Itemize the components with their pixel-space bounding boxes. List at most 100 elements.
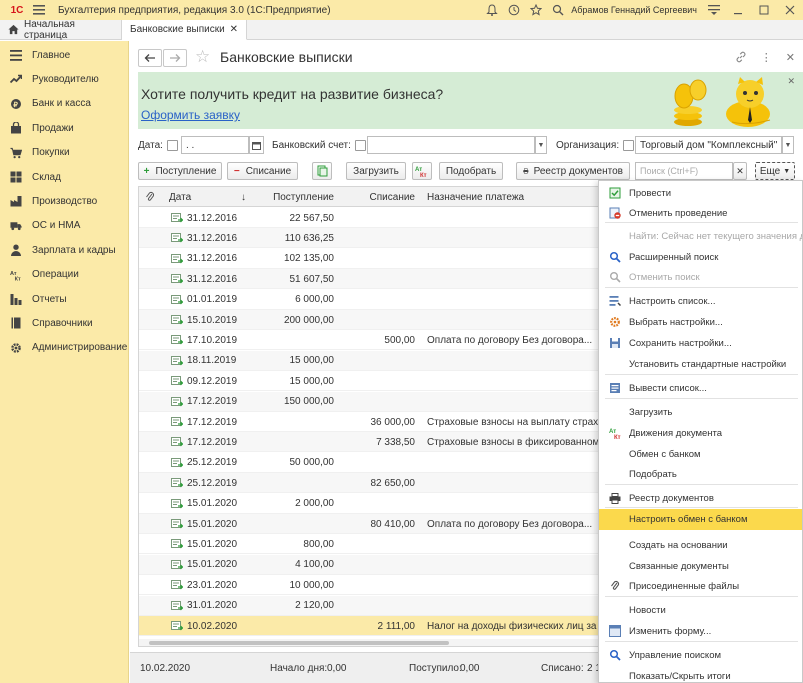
menu-item[interactable]: Связанные документы (599, 556, 802, 576)
menu-item[interactable]: Расширенный поиск (599, 247, 802, 267)
post-icon (609, 187, 621, 199)
maximize-icon[interactable] (751, 0, 777, 20)
menu-item[interactable]: Реестр документов (599, 488, 802, 508)
row-date: 15.10.2019 (187, 314, 238, 326)
main-menu-icon[interactable] (30, 0, 48, 20)
bank-document-icon (171, 376, 183, 386)
operations-icon: Ат Кт (10, 269, 22, 281)
clear-search-icon[interactable]: ✕ (733, 162, 747, 180)
calendar-icon[interactable] (249, 136, 264, 154)
menu-item[interactable]: Установить стандартные настройки (599, 354, 802, 374)
menu-item[interactable]: Управление поиском (599, 645, 802, 665)
settings-menu-icon[interactable] (703, 0, 725, 20)
menu-item[interactable]: Присоединенные файлы (599, 576, 802, 596)
warehouse-icon (10, 171, 22, 183)
row-date: 31.12.2016 (187, 212, 238, 224)
sidebar-item[interactable]: ОС и НМА (0, 216, 129, 236)
menu-item[interactable]: Новости (599, 600, 802, 620)
bell-icon[interactable] (481, 0, 503, 20)
close-window-icon[interactable] (777, 0, 803, 20)
sidebar-item[interactable]: Руководителю (0, 69, 129, 89)
menu-item[interactable]: Изменить форму... (599, 621, 802, 641)
income-column-header[interactable]: Поступление (254, 187, 334, 207)
menu-item[interactable]: Показать/Скрыть итоги (599, 666, 802, 682)
tab-close-icon[interactable]: ✕ (230, 24, 238, 35)
menu-item[interactable]: Сохранить настройки... (599, 333, 802, 353)
more-vertical-icon[interactable]: ⋮ (761, 51, 772, 64)
menu-item[interactable]: Создать на основании (599, 535, 802, 555)
pick-button[interactable]: Подобрать (439, 162, 503, 180)
banner-apply-link[interactable]: Оформить заявку (141, 108, 240, 122)
back-button[interactable] (138, 49, 162, 67)
sidebar-item[interactable]: Производство (0, 191, 129, 211)
copy-button[interactable] (312, 162, 332, 180)
add-outgoing-button[interactable]: − Списание (227, 162, 298, 180)
sidebar-item[interactable]: Склад (0, 167, 129, 187)
row-expense: 2 111,00 (377, 620, 415, 632)
sidebar-item[interactable]: ₽ Банк и касса (0, 94, 129, 114)
search-icon (609, 649, 621, 661)
row-date: 23.01.2020 (187, 579, 238, 591)
sidebar-item[interactable]: Администрирование (0, 338, 129, 358)
menu-item[interactable]: Обмен с банком (599, 444, 802, 464)
organization-dropdown-icon[interactable]: ▼ (782, 136, 794, 154)
date-label: Дата: (138, 139, 163, 151)
scrollbar-thumb[interactable] (149, 641, 449, 645)
organization-input[interactable]: Торговый дом "Комплексный" (635, 136, 782, 154)
bank-document-icon (171, 274, 183, 284)
dt-kt-button[interactable]: Ат Кт (412, 162, 432, 180)
menu-item[interactable]: Настроить список... (599, 291, 802, 311)
link-icon[interactable] (735, 51, 747, 64)
sidebar-item[interactable]: Покупки (0, 143, 129, 163)
tab-bank-statements[interactable]: Банковские выписки ✕ (122, 20, 248, 40)
organization-checkbox[interactable] (623, 139, 635, 151)
menu-item[interactable]: Настроить обмен с банком (599, 509, 802, 530)
menu-item[interactable]: Отменить проведение (599, 203, 802, 223)
banner-close-icon[interactable]: ✕ (787, 76, 795, 87)
attachment-column-icon[interactable] (145, 187, 155, 207)
bank-document-icon (171, 213, 183, 223)
account-input[interactable] (367, 136, 535, 154)
menu-item[interactable]: Загрузить (599, 402, 802, 422)
menu-item[interactable]: Вывести список... (599, 378, 802, 398)
search-icon[interactable] (547, 0, 569, 20)
date-input[interactable]: . . (181, 136, 249, 154)
more-button[interactable]: Еще ▼ (755, 162, 795, 180)
menu-item: Найти: Сейчас нет текущего значения для (599, 226, 802, 246)
sidebar-item[interactable]: Зарплата и кадры (0, 240, 129, 260)
close-form-icon[interactable]: ✕ (786, 51, 795, 64)
sidebar-item[interactable]: Главное (0, 45, 129, 65)
menu-separator (605, 374, 798, 375)
bank-document-icon (171, 498, 183, 509)
account-checkbox[interactable] (354, 139, 366, 151)
row-date: 25.12.2019 (187, 477, 238, 489)
menu-item[interactable]: Выбрать настройки... (599, 312, 802, 332)
account-dropdown-icon[interactable]: ▼ (535, 136, 547, 154)
menu-item[interactable]: Подобрать (599, 464, 802, 484)
menu-item[interactable]: Провести (599, 183, 802, 203)
favorite-star-icon[interactable]: ☆ (195, 47, 210, 67)
expense-column-header[interactable]: Списание (349, 187, 415, 207)
forward-button[interactable] (163, 49, 187, 67)
favorites-star-icon[interactable] (525, 0, 547, 20)
menu-item-label: Провести (629, 187, 672, 199)
date-column-header[interactable]: Дата (169, 187, 191, 207)
history-icon[interactable] (503, 0, 525, 20)
purpose-column-header[interactable]: Назначение платежа (427, 187, 524, 207)
sidebar-item[interactable]: Справочники (0, 313, 129, 333)
search-input[interactable]: Поиск (Ctrl+F) (635, 162, 733, 180)
sidebar-item[interactable]: Ат Кт Операции (0, 265, 129, 285)
unpost-icon (609, 207, 621, 219)
date-checkbox[interactable] (166, 139, 178, 151)
add-incoming-button[interactable]: + Поступление (138, 162, 222, 180)
sidebar-item-label: Операции (32, 269, 79, 281)
tab-home[interactable]: Начальная страница (0, 19, 122, 41)
document-registry-button[interactable]: Реестр документов (516, 162, 630, 180)
load-button[interactable]: Загрузить (346, 162, 406, 180)
menu-item[interactable]: Ат Кт Движения документа (599, 423, 802, 443)
sort-desc-icon[interactable]: ↓ (241, 187, 246, 207)
minimize-icon[interactable] (725, 0, 751, 20)
sidebar-item[interactable]: Продажи (0, 118, 129, 138)
user-name[interactable]: Абрамов Геннадий Сергеевич (571, 5, 697, 15)
sidebar-item[interactable]: Отчеты (0, 289, 129, 309)
